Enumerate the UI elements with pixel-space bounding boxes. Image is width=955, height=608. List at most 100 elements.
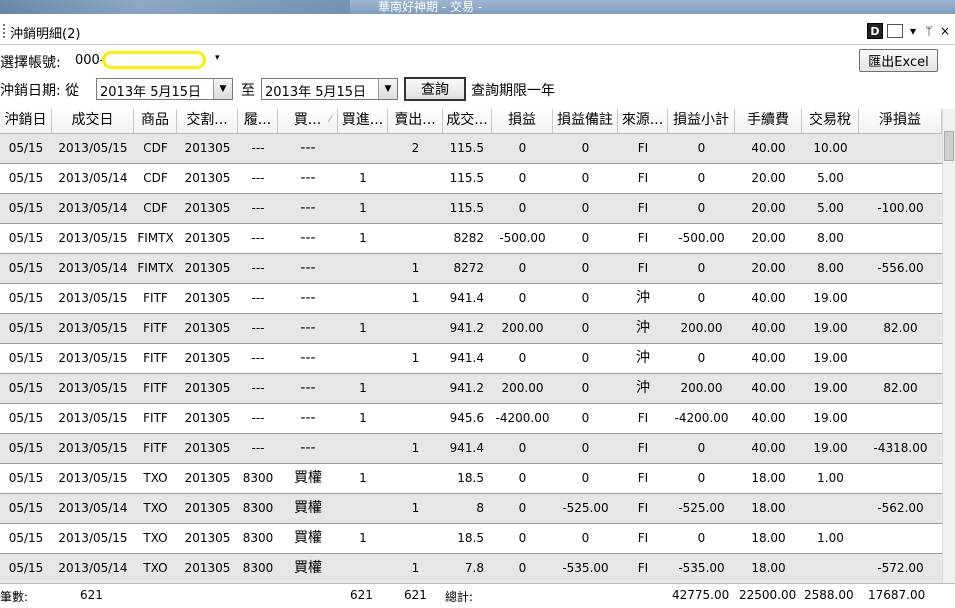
cell-clear-date: 05/15 [8,381,44,395]
table-row[interactable]: 05/15 2013/05/14 FIMTX 201305 --- --- 1 8272 0 0 F… [0,254,942,284]
window-icon[interactable] [887,24,903,38]
cell-source: 沖 [636,380,650,396]
table-row[interactable]: 05/15 2013/05/15 FITF 201305 --- --- 1 941.4 0 0 F… [0,434,942,464]
cell-call-put: --- [300,140,316,156]
pin-icon[interactable]: ᛘ [923,24,935,38]
column-header-tax[interactable]: 交易稅 [802,109,859,133]
cell-strike: --- [251,231,265,245]
cell-tax: 19.00 [813,291,848,305]
date-to-picker[interactable]: 2013年 5月15日 ▼ [261,78,398,100]
vertical-scrollbar[interactable] [942,109,955,583]
column-header-trade-date[interactable]: 成交日 [52,109,134,133]
column-header-call-put[interactable]: 買... ⁄ [278,109,338,133]
column-header-price[interactable]: 成交... [443,109,492,133]
cell-call-put: --- [300,380,316,396]
column-header-source[interactable]: 來源... [618,109,668,133]
cell-net-pl: 82.00 [883,381,918,395]
cell-trade-date: 2013/05/15 [58,531,128,545]
cell-call-put: 買權 [294,560,322,576]
window-title: 華南好神期 - 交易 - [378,0,483,14]
d-logo-icon[interactable]: D [867,23,883,39]
table-row[interactable]: 05/15 2013/05/15 FITF 201305 --- --- 1 941.2 200… [0,314,942,344]
cell-trade-date: 2013/05/15 [58,411,128,425]
cell-pl-subtotal: 0 [697,351,706,365]
table-row[interactable]: 05/15 2013/05/15 FITF 201305 --- --- 1 945.6 -42… [0,404,942,434]
table-row[interactable]: 05/15 2013/05/15 FITF 201305 --- --- 1 941.2 200… [0,374,942,404]
cell-price: 8 [476,501,484,515]
cell-sell-qty: 1 [411,561,420,575]
column-header-strike[interactable]: 履... [238,109,278,133]
table-row[interactable]: 05/15 2013/05/15 TXO 201305 8300 買權 1 18.5 0 0 FI 0… [0,464,942,494]
column-header-pl-note[interactable]: 損益備註 [553,109,618,133]
cell-sell-qty: 1 [411,351,420,365]
cell-sell-qty [388,194,443,223]
account-select[interactable]: 000- ▾ [71,51,226,71]
column-header-sell-qty[interactable]: 賣出... [388,109,443,133]
column-header-pl-subtotal[interactable]: 損益小計 [668,109,735,133]
cell-call-put: --- [300,260,316,276]
cell-tax: 1.00 [817,471,844,485]
column-header-buy-qty[interactable]: 買進... [338,109,388,133]
calendar-dropdown-icon[interactable]: ▼ [378,79,397,99]
cell-call-put: --- [300,320,316,336]
cell-delivery: 201305 [184,261,231,275]
cell-sell-qty: 1 [411,261,420,275]
cell-price: 115.5 [449,201,484,215]
cell-fee: 20.00 [751,231,786,245]
cell-sell-qty [388,314,443,343]
cell-delivery: 201305 [184,201,231,215]
table-row[interactable]: 05/15 2013/05/14 CDF 201305 --- --- 1 115.5 0 0 FI… [0,194,942,224]
cell-fee: 18.00 [751,531,786,545]
cell-product: FITF [143,441,168,455]
cell-clear-date: 05/15 [8,141,44,155]
cell-pl-subtotal: -500.00 [678,231,725,245]
cell-clear-date: 05/15 [8,231,44,245]
cell-buy-qty [338,254,388,283]
cell-buy-qty: 1 [359,321,367,335]
table-row[interactable]: 05/15 2013/05/15 FITF 201305 --- --- 1 941.4 0 0 沖… [0,344,942,374]
cell-net-pl: -562.00 [877,501,924,515]
date-from-picker[interactable]: 2013年 5月15日 ▼ [96,78,233,100]
export-excel-button[interactable]: 匯出Excel [859,49,938,72]
cell-strike: --- [251,291,265,305]
cell-price: 941.2 [449,381,484,395]
chevron-down-icon[interactable]: ▾ [215,53,220,63]
cell-product: CDF [143,141,168,155]
column-header-clear-date[interactable]: 沖銷日 [0,109,52,133]
query-button[interactable]: 查詢 [404,77,466,101]
buy-total: 621 [350,588,373,602]
panel-header: 沖銷明細(2) D ▾ ᛘ × [0,18,955,45]
cell-trade-date: 2013/05/15 [58,351,128,365]
cell-sell-qty: 1 [411,501,420,515]
table-row[interactable]: 05/15 2013/05/14 TXO 201305 8300 買權 1 8 0 -525.00… [0,494,942,524]
table-row[interactable]: 05/15 2013/05/15 TXO 201305 8300 買權 1 18.5 0 0 FI 0… [0,524,942,554]
table-row[interactable]: 05/15 2013/05/14 TXO 201305 8300 買權 1 7.8 0 -535.… [0,554,942,584]
grip-icon[interactable] [3,24,7,38]
table-row[interactable]: 05/15 2013/05/14 CDF 201305 --- --- 1 115.5 0 0 FI… [0,164,942,194]
cell-delivery: 201305 [184,381,231,395]
table-row[interactable]: 05/15 2013/05/15 FIMTX 201305 --- --- 1 8282 -50… [0,224,942,254]
dropdown-icon[interactable]: ▾ [907,24,919,38]
cell-pl: 0 [518,141,527,155]
cell-fee: 40.00 [751,321,786,335]
cell-source: FI [637,201,649,215]
scrollbar-thumb[interactable] [944,131,954,161]
cell-product: FITF [143,291,168,305]
column-header-net-pl[interactable]: 淨損益 [859,109,942,133]
column-header-fee[interactable]: 手續費 [735,109,802,133]
cell-fee: 40.00 [751,441,786,455]
cell-delivery: 201305 [184,411,231,425]
column-header-pl[interactable]: 損益 [492,109,553,133]
close-icon[interactable]: × [939,24,951,38]
column-header-product[interactable]: 商品 [134,109,177,133]
cell-buy-qty: 1 [359,231,367,245]
calendar-dropdown-icon[interactable]: ▼ [213,79,232,99]
summary-footer: 筆數: 621 621 621 總計: 42775.00 22500.00 25… [0,583,955,608]
cell-clear-date: 05/15 [8,531,44,545]
column-header-delivery[interactable]: 交割... [177,109,238,133]
cell-sell-qty [388,404,443,433]
cell-delivery: 201305 [184,531,231,545]
table-row[interactable]: 05/15 2013/05/15 FITF 201305 --- --- 1 941.4 0 0 沖… [0,284,942,314]
table-row[interactable]: 05/15 2013/05/15 CDF 201305 --- --- 2 115.5 0 0 FI… [0,134,942,164]
sell-total: 621 [404,588,427,602]
